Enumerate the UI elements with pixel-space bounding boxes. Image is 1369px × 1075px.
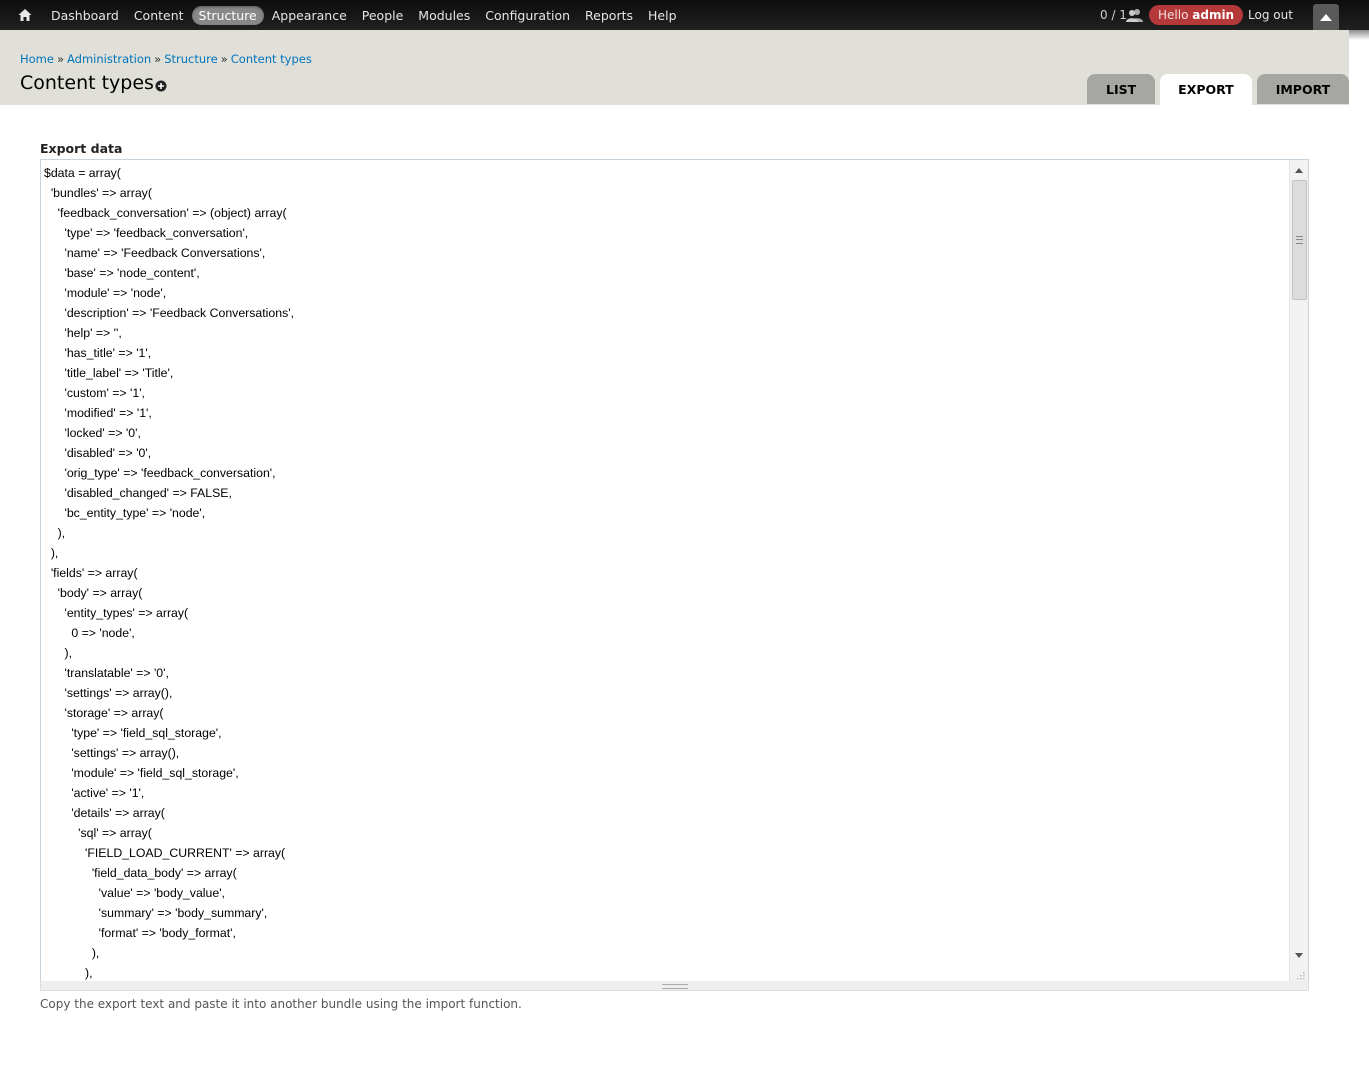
code-line: 'disabled' => '0', (44, 446, 152, 460)
code-line: 'field_data_body' => array( (44, 866, 237, 880)
code-line: 'disabled_changed' => FALSE, (44, 486, 232, 500)
code-line: ), (44, 546, 59, 560)
breadcrumb: Home» Administration» Structure» Content ty… (20, 52, 312, 66)
code-line: 'body' => array( (44, 586, 143, 600)
export-data-label: Export data (40, 141, 123, 156)
code-line: 'name' => 'Feedback Conversations', (44, 246, 266, 260)
breadcrumb-link-structure[interactable]: Structure (164, 52, 218, 66)
users-icon (1126, 7, 1143, 23)
menu-item-people[interactable]: People (355, 6, 411, 25)
code-line: 'feedback_conversation' => (object) arra… (44, 206, 287, 220)
code-line: 'settings' => array(), (44, 686, 173, 700)
export-description: Copy the export text and paste it into a… (40, 997, 522, 1011)
primary-tabs: LIST EXPORT IMPORT (1087, 74, 1354, 105)
code-line: 'details' => array( (44, 806, 165, 820)
code-line: ), (44, 946, 100, 960)
code-line: 'fields' => array( (44, 566, 138, 580)
code-line: 'type' => 'field_sql_storage', (44, 726, 222, 740)
breadcrumb-link-content-types[interactable]: Content types (231, 52, 312, 66)
menu-item-content[interactable]: Content (127, 6, 191, 25)
toolbar-menu: Dashboard Content Structure Appearance Peopl… (44, 0, 685, 30)
code-line: 'has_title' => '1', (44, 346, 152, 360)
user-greeting[interactable]: Hello admin (1149, 5, 1244, 25)
menu-item-structure[interactable]: Structure (191, 5, 264, 25)
menu-item-dashboard[interactable]: Dashboard (44, 6, 126, 25)
export-code[interactable]: $data = array( 'bundles' => array( 'feed… (44, 163, 294, 982)
logout-link[interactable]: Log out (1248, 8, 1293, 22)
scrollbar-thumb[interactable] (1292, 180, 1307, 300)
menu-item-help[interactable]: Help (641, 6, 684, 25)
menu-item-modules[interactable]: Modules (411, 6, 477, 25)
hello-prefix: Hello (1158, 8, 1189, 22)
code-line: ), (44, 646, 73, 660)
code-line: 'summary' => 'body_summary', (44, 906, 268, 920)
breadcrumb-link-home[interactable]: Home (20, 52, 54, 66)
code-line: 'base' => 'node_content', (44, 266, 200, 280)
code-line: 'locked' => '0', (44, 426, 141, 440)
code-line: 'translatable' => '0', (44, 666, 169, 680)
breadcrumb-separator: » (154, 52, 162, 66)
code-line: 'modified' => '1', (44, 406, 152, 420)
drawer-toggle-icon[interactable] (1313, 4, 1339, 30)
menu-item-reports[interactable]: Reports (578, 6, 640, 25)
code-line: 'custom' => '1', (44, 386, 145, 400)
code-line: ), (44, 966, 93, 980)
code-line: 'storage' => array( (44, 706, 164, 720)
admin-toolbar: Dashboard Content Structure Appearance Peopl… (0, 0, 1369, 40)
breadcrumb-separator: » (56, 52, 65, 66)
textarea-resize-grippie[interactable] (40, 981, 1309, 991)
page-title: Content types (20, 72, 154, 94)
code-line: 'type' => 'feedback_conversation', (44, 226, 249, 240)
menu-item-configuration[interactable]: Configuration (478, 6, 577, 25)
code-line: 'orig_type' => 'feedback_conversation', (44, 466, 276, 480)
code-line: 'description' => 'Feedback Conversations… (44, 306, 294, 320)
code-line: 0 => 'node', (44, 626, 135, 640)
textarea-scrollbar[interactable] (1289, 160, 1308, 982)
code-line: ), (44, 526, 66, 540)
code-line: 'sql' => array( (44, 826, 152, 840)
code-line: 'help' => '', (44, 326, 122, 340)
add-shortcut-icon[interactable] (155, 80, 167, 92)
menu-item-appearance[interactable]: Appearance (265, 6, 354, 25)
username: admin (1192, 8, 1235, 22)
tab-list[interactable]: LIST (1087, 74, 1156, 104)
tab-export[interactable]: EXPORT (1160, 74, 1252, 105)
code-line: 'module' => 'field_sql_storage', (44, 766, 239, 780)
code-line: $data = array( (44, 166, 121, 180)
code-line: 'title_label' => 'Title', (44, 366, 174, 380)
breadcrumb-separator: » (220, 52, 228, 66)
code-line: 'entity_types' => array( (44, 606, 189, 620)
export-data-textarea[interactable]: $data = array( 'bundles' => array( 'feed… (40, 159, 1309, 983)
code-line: 'bundles' => array( (44, 186, 152, 200)
scroll-up-arrow-icon[interactable] (1295, 168, 1303, 173)
code-line: 'active' => '1', (44, 786, 145, 800)
tab-import[interactable]: IMPORT (1256, 74, 1350, 104)
user-counter: 0 / 1 (1100, 8, 1127, 22)
code-line: 'bc_entity_type' => 'node', (44, 506, 206, 520)
code-line: 'module' => 'node', (44, 286, 167, 300)
code-line: 'value' => 'body_value', (44, 886, 225, 900)
home-icon[interactable] (17, 7, 33, 23)
page-header: Home» Administration» Structure» Content ty… (0, 30, 1350, 105)
resize-corner-icon[interactable] (1296, 969, 1305, 980)
code-line: 'FIELD_LOAD_CURRENT' => array( (44, 846, 286, 860)
code-line: 'settings' => array(), (44, 746, 180, 760)
code-line: 'format' => 'body_format', (44, 926, 236, 940)
scroll-down-arrow-icon[interactable] (1295, 953, 1303, 958)
breadcrumb-link-administration[interactable]: Administration (67, 52, 151, 66)
